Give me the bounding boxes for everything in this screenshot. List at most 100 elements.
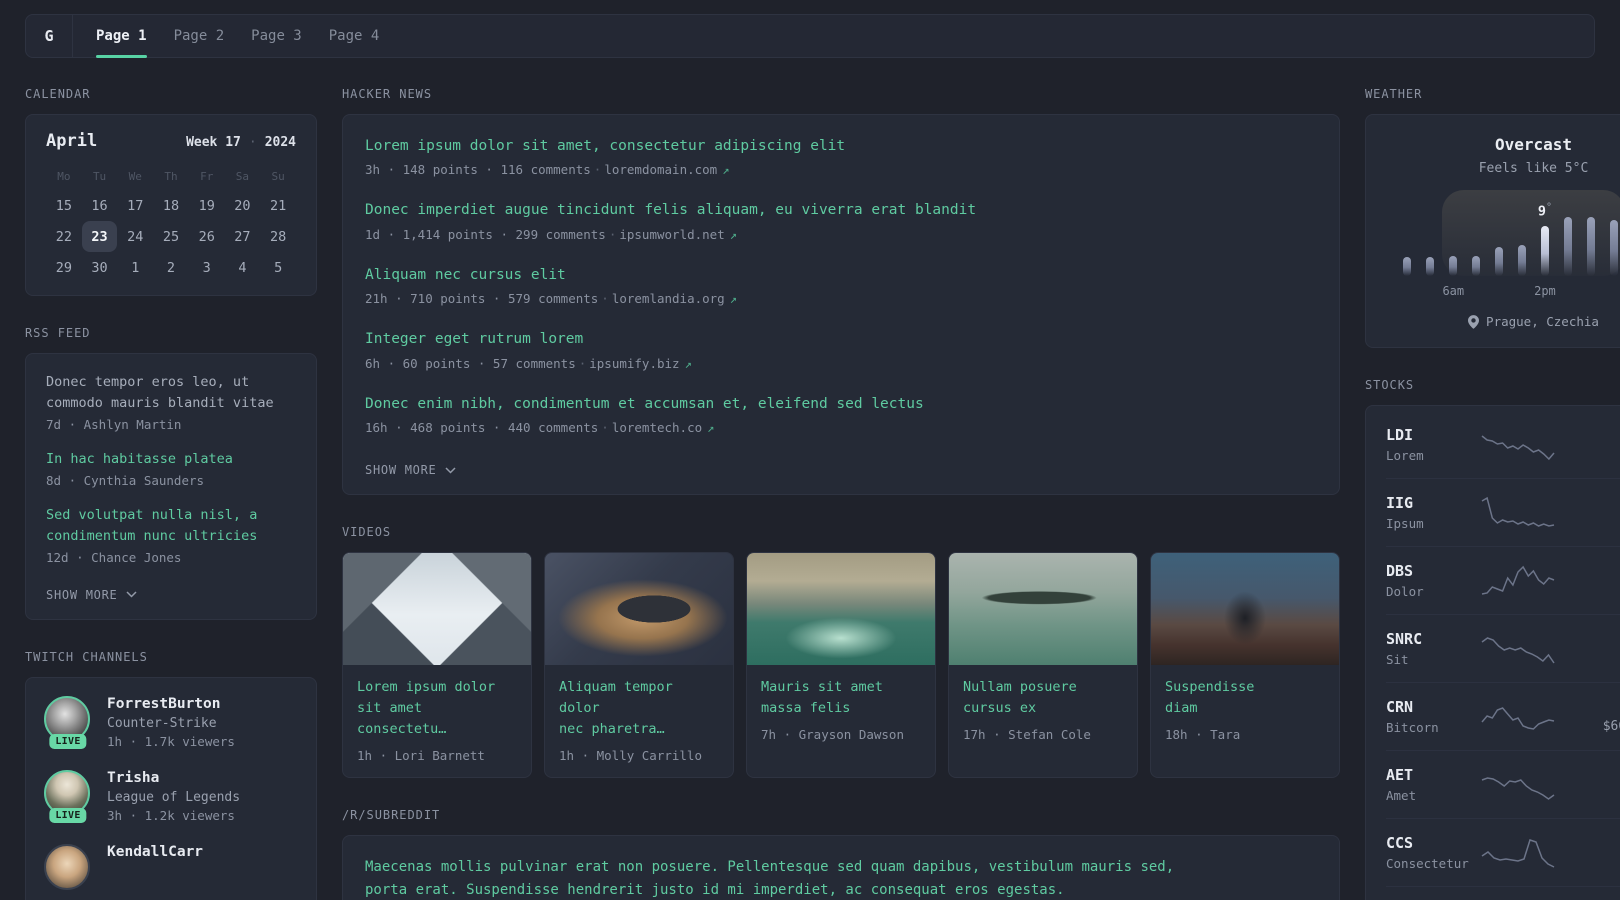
weather-hour-label: 6am bbox=[1442, 284, 1465, 298]
external-link-icon: ↗ bbox=[707, 421, 715, 436]
meta-separator: · bbox=[601, 291, 609, 307]
hacker-news-item-meta: 6h · 60 points · 57 comments · ipsumify.bi… bbox=[365, 356, 1317, 371]
video-card[interactable]: Suspendisse diam 18h · Tara bbox=[1150, 552, 1340, 779]
twitch-channel-info: KendallCarr bbox=[107, 844, 203, 860]
video-title[interactable]: Aliquam tempor dolor nec pharetra… bbox=[559, 677, 719, 740]
twitch-avatar-wrap: LIVE bbox=[44, 769, 92, 823]
twitch-channel[interactable]: LIVE ForrestBurton Counter-Strike 1h · 1.7k… bbox=[44, 695, 298, 749]
video-title[interactable]: Mauris sit amet massa felis bbox=[761, 677, 921, 719]
stock-name: Bitcorn bbox=[1386, 720, 1439, 735]
video-card[interactable]: Aliquam tempor dolor nec pharetra… 1h · M… bbox=[544, 552, 734, 779]
stock-symbol: CRN bbox=[1386, 698, 1414, 716]
rss-item-title[interactable]: Donec tempor eros leo, ut commodo mauris… bbox=[46, 372, 296, 414]
stock-change: +2.84% bbox=[1558, 495, 1620, 511]
stock-name: Sit bbox=[1386, 652, 1409, 667]
hacker-news-item-list: Lorem ipsum dolor sit amet, consectetur … bbox=[365, 135, 1317, 435]
calendar-week-number: Week 17 bbox=[186, 135, 241, 150]
stock-info: SNRC Sit bbox=[1386, 630, 1478, 667]
video-card[interactable]: Nullam posuere cursus ex 17h · Stefan Col… bbox=[948, 552, 1138, 779]
stock-row[interactable]: DBS Dolor +1.42% $156.28 bbox=[1386, 546, 1620, 614]
tab-page-2[interactable]: Page 2 bbox=[174, 15, 225, 57]
weather-bar bbox=[1563, 217, 1572, 276]
hacker-news-item-domain[interactable]: ipsumify.biz bbox=[589, 356, 679, 371]
hacker-news-item: Donec enim nibh, condimentum et accumsan… bbox=[365, 393, 1317, 435]
video-title[interactable]: Nullam posuere cursus ex bbox=[963, 677, 1123, 719]
calendar-day: 21 bbox=[270, 197, 287, 214]
live-badge: LIVE bbox=[49, 733, 87, 749]
calendar-day: 30 bbox=[91, 259, 108, 276]
hacker-news-item-title[interactable]: Donec imperdiet augue tincidunt felis al… bbox=[365, 199, 1317, 221]
twitch-channel[interactable]: KendallCarr bbox=[44, 843, 298, 890]
calendar-day: 27 bbox=[234, 228, 251, 245]
weather-bar bbox=[1403, 257, 1412, 276]
tab-page-4[interactable]: Page 4 bbox=[329, 15, 380, 57]
video-title[interactable]: Suspendisse diam bbox=[1165, 677, 1325, 719]
calendar-day: 22 bbox=[55, 228, 72, 245]
weather-temp-label: 9° bbox=[1538, 202, 1552, 220]
stock-row[interactable]: AHS+0.46% bbox=[1386, 886, 1620, 900]
rss-show-more-button[interactable]: SHOW MORE bbox=[46, 588, 137, 602]
weather-location[interactable]: Prague, Czechia bbox=[1382, 314, 1620, 329]
rss-item: Sed volutpat nulla nisl, a condimentum n… bbox=[46, 505, 296, 565]
calendar-day: 2 bbox=[166, 259, 176, 276]
hacker-news-section-label: HACKER NEWS bbox=[342, 87, 433, 101]
tab-page-3[interactable]: Page 3 bbox=[251, 15, 302, 57]
app-logo[interactable]: G bbox=[26, 15, 73, 57]
hacker-news-item-domain[interactable]: ipsumworld.net bbox=[619, 227, 724, 242]
rss-item-title[interactable]: In hac habitasse platea bbox=[46, 449, 296, 470]
stock-row[interactable]: CCS Consectetur +0.51% $165.84 bbox=[1386, 818, 1620, 886]
video-title[interactable]: Lorem ipsum dolor sit amet consectetu… bbox=[357, 677, 517, 740]
subreddit-post-title[interactable]: Maecenas mollis pulvinar erat non posuer… bbox=[365, 856, 1317, 900]
stock-row[interactable]: SNRC Sit +1.36% $148.64 bbox=[1386, 614, 1620, 682]
tab-page-1[interactable]: Page 1 bbox=[96, 15, 147, 58]
hacker-news-item-stats: 1d · 1,414 points · 299 comments bbox=[365, 226, 606, 242]
calendar-section-label: CALENDAR bbox=[25, 87, 91, 101]
weather-location-label: Prague, Czechia bbox=[1486, 314, 1599, 329]
stock-info: CCS Consectetur bbox=[1386, 834, 1478, 871]
hacker-news-item-stats: 6h · 60 points · 57 comments bbox=[365, 355, 576, 371]
video-card[interactable]: Mauris sit amet massa felis 7h · Grayson … bbox=[746, 552, 936, 779]
video-card[interactable]: Lorem ipsum dolor sit amet consectetu… 1h… bbox=[342, 552, 532, 779]
rss-item-meta: 7d · Ashlyn Martin bbox=[46, 416, 182, 432]
hacker-news-section: HACKER NEWS Lorem ipsum dolor sit amet, … bbox=[342, 87, 1340, 496]
twitch-channel-name: Trisha bbox=[107, 769, 160, 786]
hacker-news-item-title[interactable]: Lorem ipsum dolor sit amet, consectetur … bbox=[365, 135, 1317, 157]
dashboard: CALENDAR April Week 17 · 2024 Mo Tu We Th Fr… bbox=[0, 58, 1620, 900]
stock-change: +0.51% bbox=[1558, 835, 1620, 851]
stock-sparkline bbox=[1481, 636, 1555, 663]
rss-item: In hac habitasse platea 8d · Cynthia Saun… bbox=[46, 449, 296, 488]
stock-symbol: IIG bbox=[1386, 494, 1414, 512]
hacker-news-item-title[interactable]: Aliquam nec cursus elit bbox=[365, 264, 1317, 286]
weather-bar bbox=[1518, 245, 1527, 276]
video-meta: 17h · Stefan Cole bbox=[963, 727, 1091, 743]
weather-section: WEATHER Overcast Feels like 5°C 9° 6am 2pm… bbox=[1365, 87, 1620, 348]
stock-sparkline bbox=[1481, 496, 1555, 527]
calendar-day: 3 bbox=[202, 259, 211, 276]
weather-temp-value: 9 bbox=[1537, 203, 1547, 220]
hacker-news-item-meta: 1d · 1,414 points · 299 comments · ipsumwo… bbox=[365, 227, 1317, 242]
twitch-channel-name: KendallCarr bbox=[107, 843, 204, 860]
weather-bar bbox=[1426, 257, 1435, 276]
subreddit-section-label: /R/SUBREDDIT bbox=[342, 808, 441, 823]
weather-feels-like: Feels like 5°C bbox=[1478, 161, 1589, 176]
calendar-day: 1 bbox=[131, 259, 140, 276]
calendar-day: 20 bbox=[234, 197, 251, 214]
hacker-news-show-more-button[interactable]: SHOW MORE bbox=[365, 463, 456, 477]
stock-sparkline bbox=[1481, 434, 1555, 460]
hacker-news-item-title[interactable]: Integer eget rutrum lorem bbox=[365, 328, 1317, 350]
hacker-news-item-domain[interactable]: loremlandia.org bbox=[612, 291, 725, 306]
stock-values: +0.51% $165.84 bbox=[1558, 835, 1620, 870]
video-thumbnail bbox=[545, 553, 733, 666]
stock-row[interactable]: LDI Lorem +4.35% $795.18 bbox=[1386, 411, 1620, 478]
stock-row[interactable]: CRN Bitcorn -1.00% $66,171.48 bbox=[1386, 682, 1620, 750]
calendar-week-year: Week 17 · 2024 bbox=[186, 135, 296, 150]
rss-item-title[interactable]: Sed volutpat nulla nisl, a condimentum n… bbox=[46, 505, 296, 547]
hacker-news-item-title[interactable]: Donec enim nibh, condimentum et accumsan… bbox=[365, 393, 1317, 415]
stock-row[interactable]: AET Amet +0.92% $499.72 bbox=[1386, 750, 1620, 818]
calendar-day: 5 bbox=[274, 259, 283, 276]
weather-bar bbox=[1586, 217, 1595, 276]
stock-row[interactable]: IIG Ipsum +2.84% $42.04 bbox=[1386, 478, 1620, 546]
hacker-news-item-domain[interactable]: loremtech.co bbox=[612, 420, 702, 435]
hacker-news-item-domain[interactable]: loremdomain.com bbox=[604, 162, 717, 177]
twitch-channel[interactable]: LIVE Trisha League of Legends 3h · 1.2k vie… bbox=[44, 769, 298, 823]
